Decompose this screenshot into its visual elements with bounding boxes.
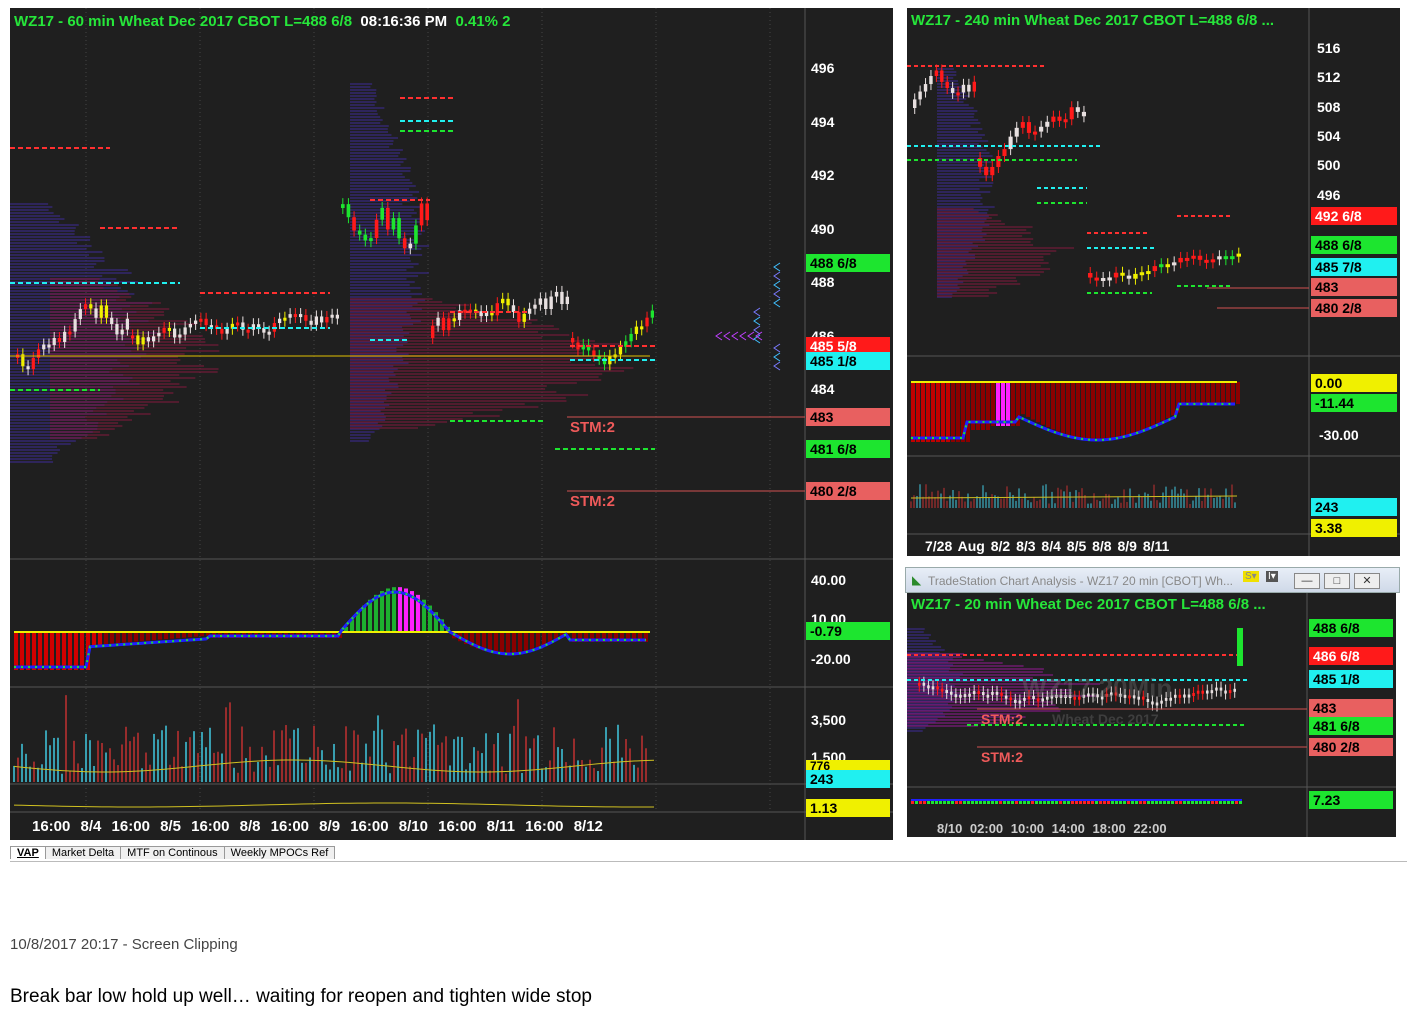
symbol-label: WZ17 - 20 min Wheat Dec 2017 CBOT L=488 … — [911, 596, 1266, 613]
chart-20min-window[interactable]: WZ17 - 20 min Wheat Dec 2017 CBOT L=488 … — [907, 593, 1396, 837]
workspace-tabs: VAP Market Delta MTF on Continous Weekly MP… — [10, 846, 336, 862]
divider — [10, 861, 1407, 862]
volume-axis-label: 3,500 — [811, 712, 847, 728]
price-tag: 488 6/8 — [1311, 236, 1397, 254]
price-axis-label: 490 — [811, 220, 835, 237]
price-axis-label: 484 — [811, 381, 835, 397]
chart-60min-window[interactable]: WZ17 - 60 min Wheat Dec 2017 CBOT L=488 … — [10, 8, 893, 840]
osc-axis-label: 40.00 — [811, 572, 847, 588]
time-axis-labels: 7/28 Aug 8/2 8/3 8/4 8/5 8/8 8/9 8/11 — [925, 538, 1170, 554]
price-tag: 480 2/8 — [806, 482, 890, 500]
osc-axis-label: -30.00 — [1319, 427, 1359, 443]
price-axis-label: 512 — [1317, 69, 1341, 86]
price-axis-label: 494 — [811, 113, 835, 130]
price-axis-label: 488 — [811, 274, 835, 290]
tab-market-delta[interactable]: Market Delta — [44, 846, 122, 859]
price-tag: 483 — [1309, 699, 1393, 717]
time-axis-labels: 8/10 02:00 10:00 14:00 18:00 22:00 — [937, 821, 1167, 836]
symbol-label: WZ17 - 60 min Wheat Dec 2017 CBOT L=488 … — [14, 13, 353, 30]
chart-60min-title: WZ17 - 60 min Wheat Dec 2017 CBOT L=488 … — [14, 13, 511, 30]
price-axis-label: 508 — [1317, 98, 1341, 115]
osc-value-tag: -0.79 — [806, 622, 890, 640]
tab-vap[interactable]: VAP — [10, 846, 46, 859]
symbol-label: WZ17 - 240 min Wheat Dec 2017 CBOT L=488… — [911, 12, 1275, 29]
link-icon[interactable]: I▾ — [1266, 571, 1278, 582]
maximize-button[interactable]: □ — [1324, 573, 1350, 589]
price-axis-label: 496 — [811, 60, 835, 76]
price-tag: 481 6/8 — [806, 440, 890, 458]
price-axis-label: 496 — [1317, 186, 1341, 203]
price-tag: 480 2/8 — [1311, 299, 1397, 317]
price-tag: 480 2/8 — [1309, 738, 1393, 756]
osc-tag: 0.00 — [1311, 374, 1397, 392]
price-tag: 485 1/8 — [806, 352, 890, 370]
price-tag: 483 — [806, 408, 890, 426]
price-axis-label: 492 — [811, 167, 835, 183]
osc-axis-label: -20.00 — [811, 651, 851, 667]
tradestation-window-titlebar[interactable]: ◣ TradeStation Chart Analysis - WZ17 20 … — [905, 567, 1400, 593]
stm-label: STM:2 — [570, 493, 615, 510]
volume-tag: 243 — [806, 770, 890, 788]
price-axis-label: 500 — [1317, 157, 1341, 174]
bottom-indicator-tag: 7.23 — [1309, 791, 1393, 809]
tab-mtf[interactable]: MTF on Continous — [120, 846, 225, 859]
time-label: 08:16:36 PM — [360, 13, 448, 30]
minimize-button[interactable]: — — [1294, 573, 1320, 589]
chart-240min-window[interactable]: WZ17 - 240 min Wheat Dec 2017 CBOT L=488… — [907, 8, 1400, 556]
price-tag: 483 — [1311, 278, 1397, 296]
symbol-link-icon[interactable]: S▾ — [1243, 571, 1259, 582]
price-axis-label: 516 — [1317, 40, 1341, 56]
time-axis-labels: 16:00 8/4 16:00 8/5 16:00 8/8 16:00 8/9 … — [32, 818, 603, 835]
change-label: 0.41% 2 — [455, 13, 511, 30]
price-tag: 492 6/8 — [1311, 207, 1397, 225]
price-tag: 488 6/8 — [806, 254, 890, 272]
note-text: Break bar low hold up well… waiting for … — [10, 986, 592, 1007]
price-axis-label: 504 — [1317, 127, 1341, 144]
stm-label: STM:2 — [981, 711, 1023, 727]
chart-60min-canvas[interactable] — [10, 8, 893, 840]
bottom-indicator-tag: 1.13 — [806, 799, 890, 817]
price-tag: 488 6/8 — [1309, 619, 1393, 637]
clip-caption: 10/8/2017 20:17 - Screen Clipping — [10, 936, 238, 953]
window-title: TradeStation Chart Analysis - WZ17 20 mi… — [928, 574, 1233, 588]
chart-20min-title: WZ17 - 20 min Wheat Dec 2017 CBOT L=488 … — [911, 596, 1266, 613]
volume-tag: 3.38 — [1311, 519, 1397, 537]
price-tag: 485 7/8 — [1311, 258, 1397, 276]
watermark: WZ17,20Min — [1022, 673, 1173, 703]
tab-weekly-mpocs[interactable]: Weekly MPOCs Ref — [223, 846, 336, 859]
osc-tag: -11.44 — [1311, 394, 1397, 412]
tradestation-icon: ◣ — [912, 573, 922, 587]
chart-240min-title: WZ17 - 240 min Wheat Dec 2017 CBOT L=488… — [911, 12, 1274, 29]
watermark-sub: Wheat Dec 2017 — [1052, 711, 1159, 727]
price-tag: 485 1/8 — [1309, 670, 1393, 688]
stm-label: STM:2 — [570, 419, 615, 436]
volume-tag: 243 — [1311, 498, 1397, 516]
price-tag: 486 6/8 — [1309, 647, 1393, 665]
stm-label: STM:2 — [981, 749, 1023, 765]
price-tag: 481 6/8 — [1309, 717, 1393, 735]
close-button[interactable]: ✕ — [1354, 573, 1380, 589]
